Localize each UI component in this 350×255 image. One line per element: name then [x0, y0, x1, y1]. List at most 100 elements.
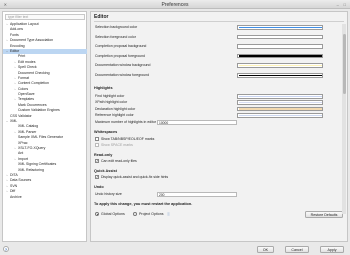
highlight-setting-row: XPath highlight color — [95, 99, 325, 105]
ok-button[interactable]: OK — [257, 246, 274, 253]
tree-item-label: DITA — [10, 172, 18, 177]
info-icon: ⓘ — [167, 212, 171, 216]
global-options-radio[interactable] — [95, 212, 99, 216]
color-setting-row: Selection background color — [95, 24, 325, 30]
color-fill — [238, 114, 322, 117]
color-setting-label: Documentation window background — [95, 63, 151, 68]
tree-item-label: CSS Validator — [10, 113, 32, 118]
tree-item-label: Mark Occurrences — [18, 102, 47, 107]
tree-item-label: Colors — [18, 86, 29, 91]
tree-item-label: Edit modes — [18, 59, 36, 64]
max-highlights-label: Maximum number of highlights in editor — [95, 120, 157, 124]
color-setting-row: Selection foreground color — [95, 34, 325, 40]
color-setting-label: Completion proposal background — [95, 44, 147, 49]
project-options-label: Project Options — [139, 212, 164, 216]
tree-item[interactable]: Archive — [3, 195, 87, 200]
highlight-setting-swatch-button[interactable] — [237, 106, 323, 112]
highlights-header: Highlights — [94, 86, 113, 90]
tree-item-label: Format — [18, 75, 30, 80]
color-setting-swatch-button[interactable] — [237, 25, 323, 30]
highlight-setting-label: Reference highlight color — [95, 113, 134, 118]
color-fill — [238, 108, 322, 110]
quick-assist-header: Quick Assist — [94, 169, 117, 173]
editor-settings-panel: Editor Selection background color Selecti… — [90, 11, 348, 242]
tree-item-label: Import — [18, 156, 28, 161]
tree-item-label: Add-ons — [10, 27, 24, 32]
color-fill — [238, 64, 322, 67]
highlight-setting-label: XPath highlight color — [95, 100, 128, 105]
highlight-setting-label: Find highlight color — [95, 94, 125, 98]
highlight-setting-row: Reference highlight color — [95, 112, 325, 118]
highlight-setting-swatch-button[interactable] — [237, 94, 323, 99]
tree-item-label: Ant — [18, 151, 24, 156]
preferences-tree-panel: type filter text › Application Layout Add-… — [2, 11, 87, 242]
highlight-setting-label: Declaration highlight color — [95, 106, 136, 111]
tree-item-label: Data Sources — [10, 178, 32, 183]
tree-item-label: Content Completion — [18, 81, 49, 86]
color-fill — [238, 74, 322, 76]
tree-item-label: Application Layout — [10, 22, 39, 26]
window-maximize-icon[interactable]: □ — [343, 2, 348, 8]
whitespaces-header: Whitespaces — [94, 130, 118, 134]
tree-item-label: Print — [18, 54, 26, 59]
tree-item-label: Custom Validation Engines — [18, 108, 60, 113]
tree-item-label: Encoding — [10, 43, 25, 48]
color-setting-swatch-button[interactable] — [237, 34, 323, 40]
tree-item-label: SVN — [10, 183, 18, 188]
highlight-setting-swatch-button[interactable] — [237, 100, 323, 105]
tree-item-label: Document Type Association — [10, 38, 54, 43]
color-setting-swatch-button[interactable] — [237, 73, 323, 78]
tree-item-label: Templates — [18, 97, 34, 102]
color-setting-swatch-button[interactable] — [237, 63, 323, 68]
highlight-setting-row: Find highlight color — [95, 93, 325, 99]
tree-item-label: Sample XML Files Generator — [18, 135, 63, 140]
color-fill — [238, 95, 322, 97]
color-setting-row: Documentation window background — [95, 62, 325, 68]
scrollbar-thumb[interactable] — [342, 34, 346, 94]
undo-header: Undo — [94, 185, 104, 189]
max-highlights-row: Maximum number of highlights in editor 1… — [95, 119, 325, 125]
color-setting-row: Documentation window foreground — [95, 72, 325, 78]
color-setting-swatch-button[interactable] — [237, 53, 323, 59]
project-options-radio[interactable] — [133, 212, 137, 216]
cancel-button[interactable]: Cancel — [285, 246, 309, 253]
color-setting-label: Selection foreground color — [95, 34, 136, 39]
global-options-label: Global Options — [101, 212, 125, 216]
tree-item-label: OpenSave — [18, 92, 35, 97]
highlight-setting-swatch-button[interactable] — [237, 113, 323, 118]
show-tab-label: Show TAB/NBSP/EOL/EOF marks — [101, 136, 155, 141]
color-setting-row: Completion proposal background — [95, 43, 325, 49]
page-title: Editor — [94, 14, 109, 20]
filter-placeholder: type filter text — [8, 15, 29, 19]
show-tab-checkbox[interactable] — [95, 136, 99, 141]
window-minimize-icon[interactable]: – — [336, 2, 341, 8]
tree-item-label: Fonts — [10, 32, 19, 37]
panel-scrollbar[interactable] — [342, 24, 346, 214]
quick-assist-checkbox[interactable]: ✓ — [95, 175, 99, 179]
undo-size-label: Undo history size — [95, 192, 122, 196]
color-fill — [238, 26, 322, 28]
readonly-label: Can edit read-only files — [101, 159, 137, 163]
tree-item-label: Document Checking — [18, 70, 50, 75]
show-space-checkbox[interactable] — [95, 142, 99, 147]
quick-assist-label: Display quick-assist and quick-fix side … — [101, 175, 169, 179]
color-fill — [238, 101, 322, 104]
restore-defaults-button[interactable]: Restore Defaults — [305, 211, 343, 218]
color-fill — [238, 36, 322, 38]
color-setting-swatch-button[interactable] — [237, 44, 323, 49]
color-setting-row: Completion proposal foreground — [95, 53, 325, 59]
undo-size-input[interactable]: 200 — [157, 191, 237, 197]
restart-note: To apply this change, you must restart t… — [94, 202, 193, 206]
title-divider — [94, 21, 344, 22]
show-space-label: Show SPACE marks — [101, 142, 133, 147]
max-highlights-input[interactable]: 10000 — [157, 119, 237, 125]
color-setting-label: Selection background color — [95, 25, 138, 29]
tree-item-label: XML Parser — [18, 129, 37, 134]
tree-item-label: XML Catalog — [18, 124, 39, 129]
filter-input[interactable]: type filter text — [5, 14, 85, 20]
help-icon[interactable]: ? — [3, 246, 9, 252]
apply-button[interactable]: Apply — [320, 246, 344, 253]
tree-item-label: XSLT-FO-XQuery — [18, 145, 46, 150]
tree-item-label: XML Signing Certificates — [18, 162, 57, 167]
readonly-checkbox[interactable]: ✓ — [95, 159, 99, 163]
